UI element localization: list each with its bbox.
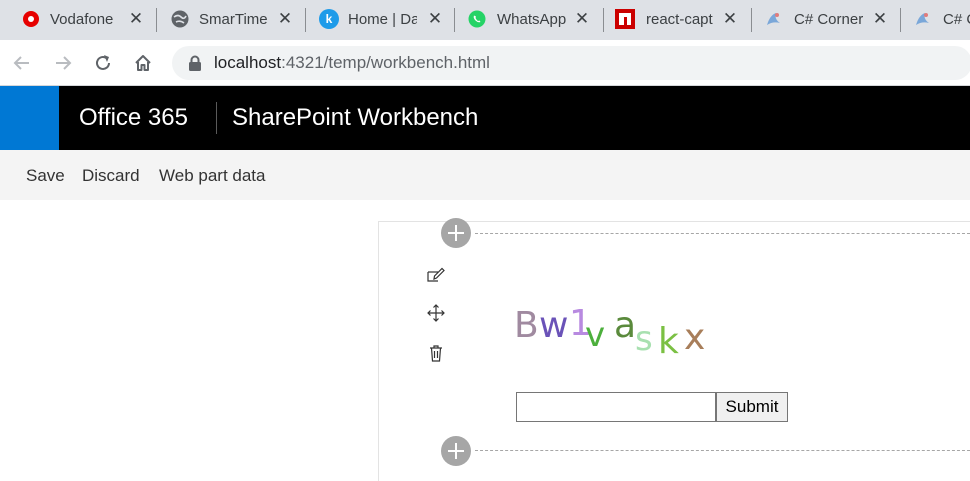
edit-icon (427, 267, 445, 282)
brand-title[interactable]: Office 365 (79, 104, 188, 132)
vodafone-icon (21, 9, 41, 29)
suite-divider (216, 102, 217, 134)
web-part-data-button[interactable]: Web part data (159, 165, 265, 187)
add-webpart-button-bottom[interactable] (441, 436, 471, 466)
plus-icon (448, 225, 464, 241)
lock-icon (189, 55, 201, 71)
plus-icon (448, 443, 464, 459)
forward-button[interactable] (49, 49, 77, 77)
csharpcorner-icon (764, 9, 784, 29)
url-text: localhost:4321/temp/workbench.html (214, 53, 490, 73)
edit-webpart-button[interactable] (424, 263, 448, 287)
app-launcher-button[interactable] (0, 86, 59, 150)
canvas-zone-hint-top (475, 233, 970, 234)
tab-smartime[interactable]: SmarTime ✕ (157, 0, 305, 40)
tab-title: SmarTime (199, 11, 267, 28)
tab-title: react-capt (646, 11, 713, 28)
move-icon (427, 304, 445, 322)
tab-csharp-corner-2[interactable]: C# C (901, 0, 970, 40)
url-path: :4321/temp/workbench.html (281, 53, 490, 72)
close-icon[interactable]: ✕ (275, 8, 295, 30)
arrow-left-icon (13, 56, 29, 70)
reload-icon (96, 55, 110, 70)
close-icon[interactable]: ✕ (572, 8, 592, 30)
tab-title: C# C (943, 11, 970, 28)
k-icon: k (319, 9, 339, 29)
discard-button[interactable]: Discard (82, 165, 140, 187)
close-icon[interactable]: ✕ (720, 8, 740, 30)
browser-tab-strip: Vodafone ✕ SmarTime ✕ k Home | Da ✕ What… (0, 0, 970, 40)
tab-vodafone[interactable]: Vodafone ✕ (0, 0, 156, 40)
browser-toolbar: localhost:4321/temp/workbench.html (0, 40, 970, 86)
whatsapp-icon (467, 9, 487, 29)
reload-button[interactable] (89, 49, 117, 77)
command-bar: Save Discard Web part data (0, 150, 970, 200)
globe-icon (170, 9, 190, 29)
csharpcorner-icon (913, 9, 933, 29)
tab-home[interactable]: k Home | Da ✕ (306, 0, 454, 40)
tab-react-captcha[interactable]: react-capt ✕ (604, 0, 752, 40)
captcha-char: a (614, 305, 637, 346)
tab-title: Home | Da (348, 11, 417, 28)
canvas-zone-hint-bottom (475, 450, 970, 451)
tab-title: Vodafone (50, 11, 114, 28)
captcha-image: B w 1 v a s k x (512, 298, 732, 368)
save-button[interactable]: Save (26, 165, 65, 187)
arrow-right-icon (56, 56, 72, 70)
close-icon[interactable]: ✕ (870, 8, 890, 30)
add-webpart-button[interactable] (441, 218, 471, 248)
captcha-char: k (658, 321, 679, 362)
captcha-input[interactable] (516, 392, 716, 422)
move-webpart-button[interactable] (424, 301, 448, 325)
back-button[interactable] (8, 49, 36, 77)
captcha-char: B (514, 305, 539, 346)
home-button[interactable] (129, 49, 157, 77)
suite-bar: Office 365 SharePoint Workbench (0, 86, 970, 150)
address-bar[interactable]: localhost:4321/temp/workbench.html (172, 46, 970, 80)
url-host: localhost (214, 53, 282, 72)
captcha-char: v (585, 315, 606, 355)
captcha-char: s (635, 319, 653, 359)
captcha-char: x (684, 317, 706, 358)
trash-icon (430, 345, 442, 362)
npm-icon (615, 9, 635, 29)
tab-whatsapp[interactable]: WhatsApp ✕ (455, 0, 603, 40)
captcha-char: w (539, 305, 569, 346)
tab-title: C# Corner (794, 11, 864, 28)
close-icon[interactable]: ✕ (126, 8, 146, 30)
delete-webpart-button[interactable] (424, 341, 448, 365)
submit-button[interactable]: Submit (716, 392, 788, 422)
close-icon[interactable]: ✕ (425, 8, 445, 30)
tab-title: WhatsApp (497, 11, 567, 28)
home-icon (135, 55, 151, 71)
app-title: SharePoint Workbench (232, 104, 479, 131)
tab-csharp-corner[interactable]: C# Corner ✕ (752, 0, 900, 40)
